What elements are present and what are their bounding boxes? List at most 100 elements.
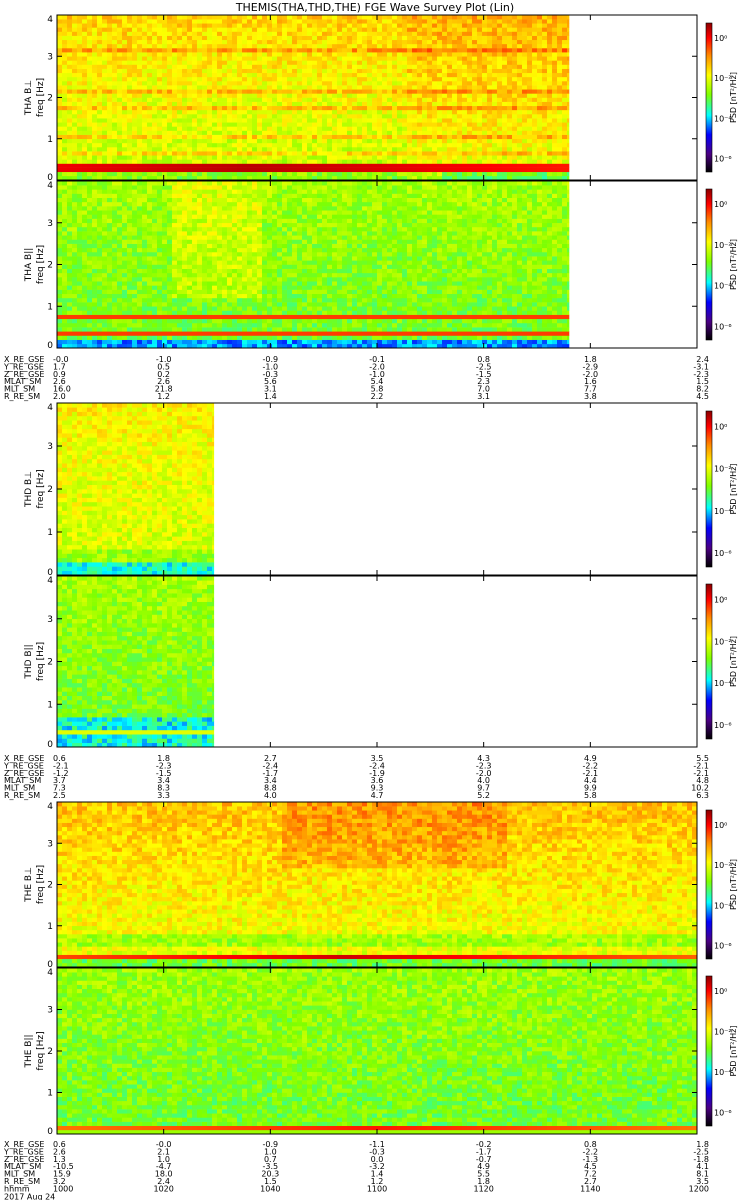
spectrogram-cell (137, 335, 143, 340)
spectrogram-cell (442, 147, 448, 152)
spectrogram-cell (157, 81, 163, 86)
spectrogram-cell (232, 171, 238, 177)
spectrogram-cell (422, 163, 428, 168)
spectrogram-cell (102, 310, 108, 315)
spectrogram-cell (167, 64, 173, 69)
spectrogram-cell (207, 109, 213, 115)
spectrogram-cell (512, 159, 518, 164)
spectrogram-cell (512, 151, 518, 156)
spectrogram-cell (432, 60, 438, 65)
spectrogram-cell (137, 155, 143, 160)
spectrogram-cell (67, 339, 73, 345)
spectrogram-cell (222, 39, 228, 45)
spectrogram-cell (372, 60, 378, 65)
spectrogram-cell (87, 167, 93, 173)
spectrogram-cell (337, 56, 343, 61)
spectrogram-cell (292, 93, 298, 98)
spectrogram-cell (262, 114, 268, 119)
spectrogram-cell (157, 214, 163, 219)
spectrogram-cell (167, 35, 173, 41)
spectrogram-cell (402, 130, 408, 135)
spectrogram-cell (62, 27, 68, 32)
spectrogram-cell (67, 193, 73, 198)
spectrogram-cell (442, 76, 448, 82)
spectrogram-cell (87, 277, 93, 282)
spectrogram-cell (112, 339, 118, 345)
spectrogram-cell (317, 52, 323, 57)
spectrogram-cell (302, 118, 308, 123)
spectrogram-cell (132, 201, 138, 207)
spectrogram-cell (437, 159, 443, 164)
spectrogram-cell (517, 105, 523, 111)
spectrogram-cell (532, 114, 538, 119)
spectrogram-cell (82, 327, 88, 332)
spectrogram-cell (432, 68, 438, 74)
spectrogram-cell (127, 277, 133, 282)
spectrogram-cell (147, 339, 153, 345)
spectrogram-cell (467, 76, 473, 82)
spectrogram-cell (432, 93, 438, 98)
spectrogram-cell (117, 64, 123, 69)
spectrogram-cell (347, 171, 353, 177)
spectrogram-cell (192, 81, 198, 86)
spectrogram-cell (482, 159, 488, 164)
spectrogram-cell (112, 56, 118, 61)
spectrogram-cell (427, 60, 433, 65)
spectrogram-cell (472, 97, 478, 102)
spectrogram-cell (192, 39, 198, 45)
spectrogram-cell (87, 189, 93, 194)
spectrogram-cell (457, 147, 463, 152)
spectrogram-cell (97, 189, 103, 194)
spectrogram-cell (487, 142, 493, 148)
spectrogram-cell (352, 142, 358, 148)
spectrogram-cell (57, 118, 63, 123)
spectrogram-cell (492, 15, 498, 20)
spectrogram-cell (77, 314, 83, 320)
spectrogram-cell (157, 251, 163, 257)
spectrogram-cell (162, 64, 168, 69)
spectrogram-cell (497, 39, 503, 45)
spectrogram-cell (142, 226, 148, 232)
spectrogram-cell (332, 81, 338, 86)
spectrogram-cell (337, 39, 343, 45)
spectrogram-cell (357, 151, 363, 156)
spectrogram-cell (422, 171, 428, 177)
spectrogram-cell (302, 109, 308, 115)
spectrogram-cell (72, 310, 78, 315)
spectrogram-cell (177, 114, 183, 119)
spectrogram-cell (67, 281, 73, 286)
spectrogram-cell (542, 19, 548, 24)
spectrogram-cell (422, 43, 428, 49)
spectrogram-cell (207, 72, 213, 78)
spectrogram-cell (357, 72, 363, 78)
spectrogram-cell (232, 109, 238, 115)
spectrogram-cell (227, 138, 233, 144)
spectrogram-cell (132, 264, 138, 269)
spectrogram-cell (432, 130, 438, 135)
spectrogram-cell (252, 68, 258, 74)
spectrogram-cell (137, 48, 143, 53)
spectrogram-cell (272, 167, 278, 173)
spectrogram-cell (402, 68, 408, 74)
spectrogram-cell (77, 264, 83, 269)
spectrogram-cell (432, 15, 438, 20)
spectrogram-cell (187, 109, 193, 115)
spectrogram-cell (332, 130, 338, 135)
spectrogram-cell (237, 31, 243, 36)
spectrogram-cell (337, 130, 343, 135)
spectrogram-cell (242, 72, 248, 78)
spectrogram-cell (527, 81, 533, 86)
spectrogram-cell (387, 126, 393, 131)
spectrogram-cell (487, 35, 493, 41)
spectrogram-cell (267, 147, 273, 152)
spectrogram-cell (152, 76, 158, 82)
spectrogram-cell (487, 27, 493, 32)
spectrogram-cell (462, 52, 468, 57)
spectrogram-cell (517, 122, 523, 127)
spectrogram-cell (82, 56, 88, 61)
spectrogram-cell (552, 89, 558, 94)
spectrogram-cell (107, 306, 113, 311)
spectrogram-cell (152, 235, 158, 240)
spectrogram-cell (97, 256, 103, 261)
spectrogram-cell (402, 39, 408, 45)
